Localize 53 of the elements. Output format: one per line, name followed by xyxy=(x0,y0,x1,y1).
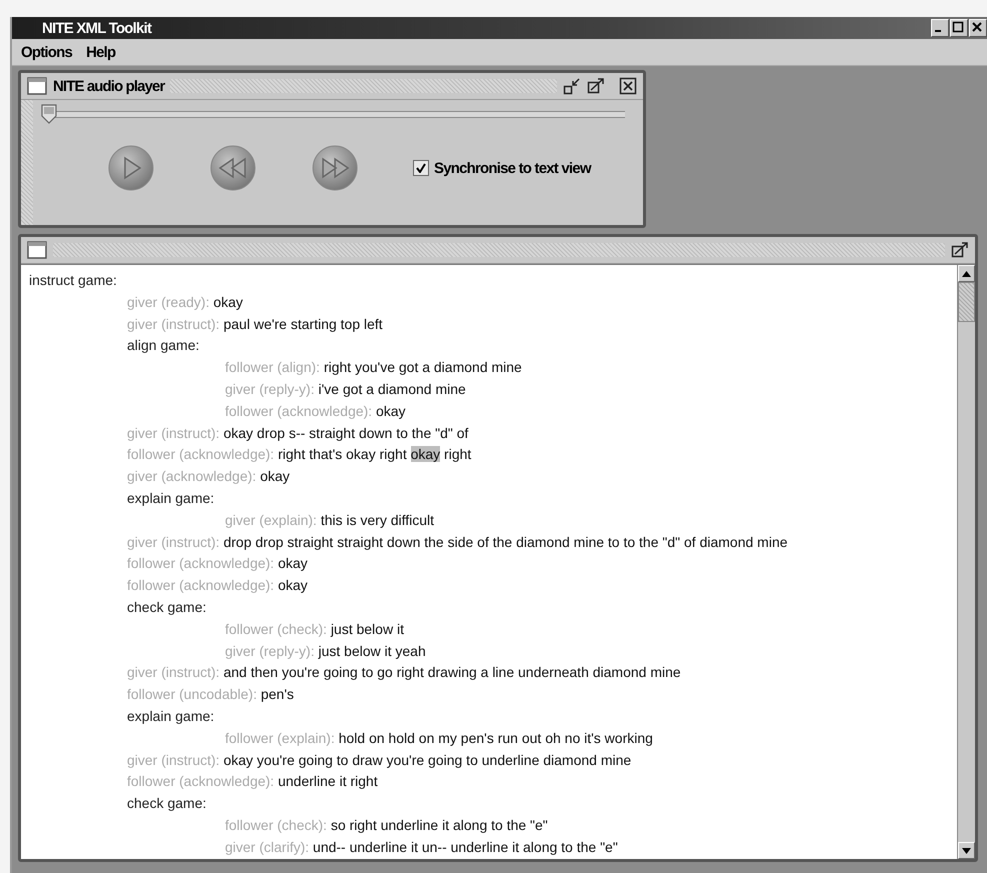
utterance-text: okay xyxy=(376,402,406,419)
utterance-text: okay xyxy=(278,577,308,594)
game-label: check game: xyxy=(127,598,206,615)
speaker-label: follower (explain): xyxy=(225,730,335,746)
speaker-label: giver (instruct): xyxy=(127,316,220,332)
utterance-text: just below it yeah xyxy=(318,642,426,659)
speaker-label: giver (ready): xyxy=(127,294,210,310)
utterance-text: okay xyxy=(278,555,308,572)
menu-item[interactable]: Options xyxy=(21,44,72,60)
speaker-label: giver (instruct): xyxy=(127,752,220,768)
game-label: align game: xyxy=(127,337,200,354)
speaker-label: follower (acknowledge): xyxy=(225,402,372,419)
speaker-label: giver (reply-y): xyxy=(225,380,314,397)
utterance-text: underline it right xyxy=(278,773,378,790)
menu-item[interactable]: Help xyxy=(86,44,116,60)
speaker-label: giver (reply-y): xyxy=(225,642,314,659)
utterance-text: okay xyxy=(260,468,290,484)
utterance-text: i've got a diamond mine xyxy=(318,380,466,397)
utterance-text: right you've got a diamond mine xyxy=(324,359,522,376)
speaker-label: follower (check): xyxy=(225,816,327,833)
utterance-text: just below it xyxy=(330,620,404,637)
utterance-text: so right underline it along to the "e" xyxy=(330,816,548,833)
utterance-text: okay drop s-- straight down to the "d" of xyxy=(223,424,468,441)
utterance-text: right that's okay right okay right xyxy=(278,446,472,462)
utterance-text: und-- underline it un-- underline it along to the "e" xyxy=(312,838,618,855)
utterance-text: drop drop straight straight down the side of the diamond mine to to the "d" of diamond mine xyxy=(223,534,788,550)
window-title: NITE XML Toolkit xyxy=(42,20,152,36)
utterance-text: hold on hold on my pen's run out oh no it's working xyxy=(338,730,653,746)
speaker-label: giver (instruct): xyxy=(127,664,220,680)
speaker-label: follower (uncodable): xyxy=(127,686,257,702)
speaker-label: giver (instruct): xyxy=(127,534,220,550)
speaker-label: giver (acknowledge): xyxy=(127,468,256,484)
speaker-label: follower (check): xyxy=(225,620,327,637)
utterance-text: this is very difficult xyxy=(320,512,434,528)
game-label: explain game: xyxy=(127,490,214,506)
game-label: check game: xyxy=(127,795,206,812)
utterance-text: paul we're starting top left xyxy=(223,316,383,332)
game-label: instruct game: xyxy=(29,272,117,288)
utterance-text: pen's xyxy=(260,686,294,702)
utterance-text: okay you're going to draw you're going to underline diamond mine xyxy=(223,752,632,768)
utterance-text: okay xyxy=(213,294,243,310)
frame-title: NITE audio player xyxy=(53,78,164,94)
speaker-label: giver (explain): xyxy=(225,512,317,528)
speaker-label: follower (align): xyxy=(225,359,320,376)
speaker-label: follower (acknowledge): xyxy=(127,446,274,462)
speaker-label: follower (acknowledge): xyxy=(127,773,274,790)
utterance-text: and then you're going to go right drawing a line underneath diamond mine xyxy=(223,664,681,680)
speaker-label: follower (acknowledge): xyxy=(127,577,274,594)
game-label: explain game: xyxy=(127,708,214,724)
checkbox-label: Synchronise to text view xyxy=(434,160,591,176)
speaker-label: giver (clarify): xyxy=(225,838,310,855)
speaker-label: giver (instruct): xyxy=(127,424,220,441)
speaker-label: follower (acknowledge): xyxy=(127,555,274,572)
